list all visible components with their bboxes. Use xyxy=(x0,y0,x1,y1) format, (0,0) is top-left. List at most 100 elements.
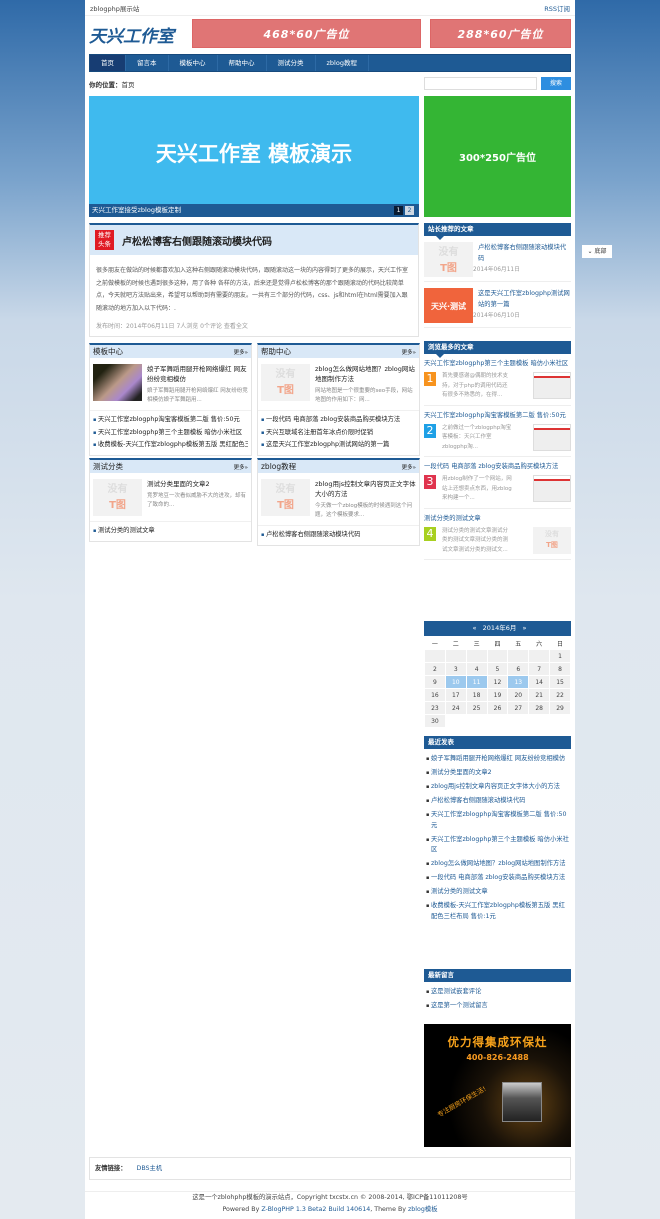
recent-post-link[interactable]: zblog怎么做网站地图？zblog网站地图制作方法 xyxy=(426,859,569,870)
scroll-bottom-button[interactable]: ⌄ 底部 xyxy=(582,245,612,258)
calendar-day: 24 xyxy=(444,701,467,715)
box-title[interactable]: 帮助中心 xyxy=(261,346,291,357)
calendar-day: 29 xyxy=(549,701,571,715)
list-item[interactable]: 天兴工作室zblogphp第三个主题模板 暗仿小米社区 xyxy=(93,427,248,440)
no-image-thumbnail[interactable]: 没有 T图 xyxy=(533,526,571,554)
list-item[interactable]: 卢松松博客右侧跟随滚动模块代码 xyxy=(261,529,416,542)
calendar-next[interactable]: » xyxy=(523,624,527,632)
links-label: 友情链接： xyxy=(95,1165,127,1172)
logo[interactable]: 天兴工作室 xyxy=(89,22,174,47)
search-input[interactable] xyxy=(424,77,537,90)
nav-guestbook[interactable]: 留言本 xyxy=(126,55,169,71)
list-item[interactable]: 一段代码 电商部落 zblog安装商品购买模块方法 xyxy=(261,414,416,427)
box-title[interactable]: 测试分类 xyxy=(93,461,123,472)
breadcrumb-home[interactable]: 首页 xyxy=(122,81,135,89)
recent-post-link[interactable]: 测试分类的测试文章 xyxy=(426,887,569,898)
post-date: 2014年06月11日 xyxy=(473,267,520,273)
weekday-header: 日 xyxy=(549,636,571,650)
calendar-day: 26 xyxy=(486,701,509,715)
calendar-day: 23 xyxy=(424,701,446,715)
box-title[interactable]: zblog教程 xyxy=(261,461,296,472)
slide-caption: 天兴工作室接受zblog模板定制 1 2 xyxy=(89,204,419,217)
calendar-empty xyxy=(424,649,446,663)
slide-page-2[interactable]: 2 xyxy=(405,206,414,215)
calendar-day: 8 xyxy=(549,662,571,676)
recent-post-link[interactable]: zblog用js控制文章内容页正文字体大小的方法 xyxy=(426,782,569,793)
no-image-thumbnail[interactable]: 没有 T图 xyxy=(424,242,473,277)
list-item[interactable]: 天兴工作室zblogphp淘宝客模板第二版 售价:50元 xyxy=(93,414,248,427)
list-item[interactable]: 测试分类的测试文章 xyxy=(93,525,248,538)
slide-page-1[interactable]: 1 xyxy=(394,206,403,215)
post-title[interactable]: 天兴工作室zblogphp淘宝客模板第二版 售价:50元 xyxy=(424,410,571,421)
rss-link[interactable]: RSS订阅 xyxy=(544,3,570,13)
thumbnail[interactable] xyxy=(533,475,571,502)
ad-banner-288[interactable]: 288*60广告位 xyxy=(430,19,571,48)
ad-banner-468[interactable]: 468*60广告位 xyxy=(192,19,421,48)
calendar-prev[interactable]: « xyxy=(472,624,476,632)
headline-title[interactable]: 卢松松博客右侧跟随滚动模块代码 xyxy=(122,233,272,248)
post-title[interactable]: 天兴工作室zblogphp第三个主题模板 暗仿小米社区 xyxy=(424,358,571,369)
list-item[interactable]: 收费模板-天兴工作室zblogphp模板第五版 黑红配色三栏布局 xyxy=(93,439,248,452)
post-desc: 之前做过一个zblogphp淘宝客模板：天兴工作室zblogphp淘... xyxy=(442,424,512,450)
calendar-day: 20 xyxy=(507,688,530,702)
calendar-day[interactable]: 13 xyxy=(507,675,530,689)
slideshow[interactable]: 天兴工作室 模板演示 天兴工作室接受zblog模板定制 1 2 xyxy=(89,96,419,217)
no-image-thumbnail[interactable]: 没有 T图 xyxy=(261,364,310,401)
post-desc: 首先要感谢@偶朝的技术支持，对于php的调用代码还有很多不熟悉的，在得... xyxy=(442,373,509,398)
site-name: zblogphp展示站 xyxy=(90,4,140,13)
calendar-day: 28 xyxy=(528,701,551,715)
thumbnail[interactable] xyxy=(533,423,571,451)
nav-help[interactable]: 帮助中心 xyxy=(218,55,267,71)
recent-post-link[interactable]: 娘子军舞蹈用腿开枪网络爆红 网友纷纷竞相模仿 xyxy=(426,754,569,765)
more-link[interactable]: 更多» xyxy=(402,348,416,356)
featured-title[interactable]: zblog用js控制文章内容页正文字体大小的方法 xyxy=(315,479,416,499)
calendar-day[interactable]: 10 xyxy=(444,675,467,689)
ad-300x250[interactable]: 300*250广告位 xyxy=(424,96,571,217)
nav-test[interactable]: 测试分类 xyxy=(267,55,316,71)
comment-link[interactable]: 这是第一个测试留言 xyxy=(426,1001,569,1012)
nav-home[interactable]: 首页 xyxy=(90,55,126,71)
list-item[interactable]: 这是天兴工作室zblogphp测试网站的第一篇 xyxy=(261,439,416,452)
post-title[interactable]: 测试分类的测试文章 xyxy=(424,513,571,524)
calendar-day: 3 xyxy=(444,662,467,676)
recent-post-link[interactable]: 一段代码 电商部落 zblog安装商品购买模块方法 xyxy=(426,873,569,884)
list-item[interactable]: 天兴互联域名注册首年冰点价限时促销 xyxy=(261,427,416,440)
no-image-thumbnail[interactable]: 没有 T图 xyxy=(93,479,142,516)
stove-ad[interactable]: 优力得集成环保灶 400-826-2488 专注厨房环保生活! xyxy=(424,1024,571,1147)
comment-link[interactable]: 这是测试嵌套评论 xyxy=(426,987,569,998)
post-title[interactable]: 这是天兴工作室zblogphp测试网站的第一篇 xyxy=(478,288,571,310)
weekday-header: 四 xyxy=(486,636,509,650)
featured-title[interactable]: zblog怎么做网站地图？zblog网站地图制作方法 xyxy=(315,364,416,384)
search-button[interactable]: 搜索 xyxy=(541,77,571,90)
more-link[interactable]: 更多» xyxy=(234,463,248,471)
calendar-empty xyxy=(486,649,509,663)
more-link[interactable]: 更多» xyxy=(402,463,416,471)
ad-phone: 400-826-2488 xyxy=(466,1053,529,1062)
featured-desc: 今天做一个zblog模板的时候遇到这个问题，这个模板要求... xyxy=(315,503,413,518)
recent-post-link[interactable]: 收费模板-天兴工作室zblogphp模板第五版 黑红配色三栏布局 售价:1元 xyxy=(426,901,569,922)
recent-post-link[interactable]: 天兴工作室zblogphp第三个主题模板 暗仿小米社区 xyxy=(426,835,569,856)
calendar-month: 2014年6月 xyxy=(482,624,517,632)
post-title[interactable]: 一段代码 电商部落 zblog安装商品购买模块方法 xyxy=(424,461,571,472)
thumbnail[interactable] xyxy=(533,372,571,399)
recent-post-link[interactable]: 测试分类里面的文章2 xyxy=(426,768,569,779)
theme-link[interactable]: zblog模板 xyxy=(408,1206,438,1213)
zblog-link[interactable]: Z-BlogPHP 1.3 Beta2 Build 140614 xyxy=(261,1206,370,1213)
featured-desc: 娘子军舞蹈用腿开枪网络爆红 网友纷纷竞相模仿娘子军舞蹈用... xyxy=(147,388,248,403)
no-image-thumbnail[interactable]: 没有 T图 xyxy=(261,479,310,516)
more-link[interactable]: 更多» xyxy=(234,348,248,356)
featured-title[interactable]: 测试分类里面的文章2 xyxy=(147,479,248,489)
widget-title: 浏览最多的文章 xyxy=(424,341,571,358)
featured-title[interactable]: 娘子军舞蹈用腿开枪网络爆红 网友纷纷竞相模仿 xyxy=(147,364,248,384)
nav-templates[interactable]: 模板中心 xyxy=(169,55,218,71)
calendar-day[interactable]: 11 xyxy=(465,675,488,689)
box-title[interactable]: 模板中心 xyxy=(93,346,123,357)
thumbnail[interactable] xyxy=(93,364,142,401)
post-title[interactable]: 卢松松博客右侧跟随滚动模块代码 xyxy=(478,242,571,264)
recent-post-link[interactable]: 卢松松博客右侧跟随滚动模块代码 xyxy=(426,796,569,807)
nav-zblog[interactable]: zblog教程 xyxy=(316,55,369,71)
link-item[interactable]: DBS主机 xyxy=(136,1165,162,1172)
thumbnail[interactable]: 天兴·测试 xyxy=(424,288,473,323)
calendar-day: 2 xyxy=(424,662,446,676)
recent-post-link[interactable]: 天兴工作室zblogphp淘宝客模板第二版 售价:50元 xyxy=(426,810,569,831)
